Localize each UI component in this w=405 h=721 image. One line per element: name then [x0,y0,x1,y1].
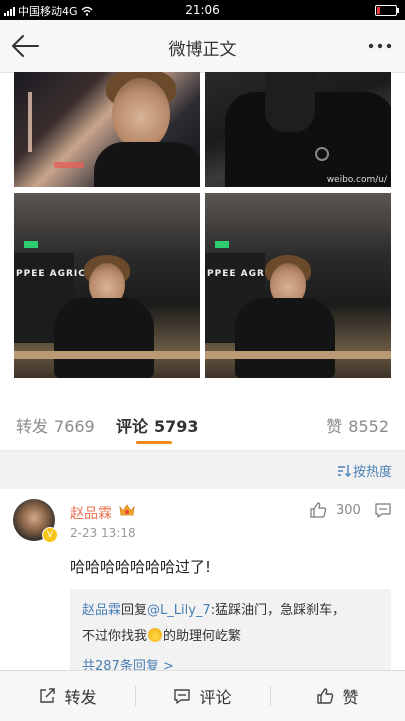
repost-button-label: 转发 [64,688,97,707]
sort-icon [337,465,351,477]
thumbs-up-icon [317,688,334,704]
comment-button-label: 评论 [199,688,232,707]
reply-comment-icon[interactable] [374,502,392,519]
sort-row: 按热度 [0,451,405,489]
tab-reposts[interactable]: 转发 7669 [16,413,95,437]
comment-count: 5793 [154,417,199,436]
reply-text-2b: 的助理何屹繁 [163,629,242,644]
active-tab-indicator [136,441,172,444]
thumbs-up-icon[interactable] [309,501,327,519]
bottom-action-bar: 转发 评论 赞 [0,670,405,721]
repost-tab-label: 转发 [16,417,49,436]
reply-text-2a: 不过你找我 [82,629,148,644]
reply-action: 回复 [121,603,148,618]
repost-count: 7669 [54,417,95,436]
comment-timestamp: 2-23 13:18 [70,526,136,540]
verified-badge-icon: V [42,527,58,543]
status-bar: 中国移动4G 21:06 [0,0,405,20]
clock: 21:06 [185,3,220,17]
post-photo-2[interactable]: weibo.com/u/ [205,72,391,187]
battery-icon [375,5,399,16]
commenter-avatar[interactable]: V [13,499,58,543]
page-title: 微博正文 [168,40,237,60]
comment-like-count: 300 [336,503,361,518]
reply-line: 不过你找我 的助理何屹繁 [82,625,241,644]
comment-button[interactable]: 评论 [135,671,270,721]
commenter-username[interactable]: 赵品霖 [70,503,112,523]
sort-label: 按热度 [352,465,392,480]
comment-tab-label: 评论 [116,417,149,436]
repost-button[interactable]: 转发 [0,671,135,721]
more-options-icon[interactable] [365,34,395,58]
post-photo-4[interactable]: PPEE AGRICUL [205,193,391,378]
share-icon [40,688,56,703]
nav-bar: 微博正文 [0,20,405,73]
post-photo-3[interactable]: PPEE AGRICUL [14,193,200,378]
reply-author[interactable]: 赵品霖 [82,603,121,618]
photo-watermark: weibo.com/u/ [326,175,387,185]
reply-line: 赵品霖回复@L_Lily_7:猛踩油门，急踩刹车， [82,599,345,618]
reply-mention[interactable]: @L_Lily_7 [147,603,211,618]
like-tab-label: 赞 [326,417,343,436]
sort-by-hot-button[interactable]: 按热度 [337,461,392,480]
reply-preview-box[interactable]: 赵品霖回复@L_Lily_7:猛踩油门，急踩刹车， 不过你找我 的助理何屹繁 共2… [70,589,391,679]
like-count: 8552 [348,417,389,436]
post-photo-1[interactable] [14,72,200,187]
tab-comments[interactable]: 评论 5793 [116,413,199,444]
tab-likes[interactable]: 赞 8552 [326,413,389,437]
post-stats-bar: 转发 7669 评论 5793 赞 8552 [0,400,405,451]
like-button[interactable]: 赞 [270,671,405,721]
comment-text: 哈哈哈哈哈哈哈过了! [70,558,212,576]
like-button-label: 赞 [342,688,359,707]
crown-icon [119,504,135,516]
comment-icon [174,688,191,704]
reply-text-1: :猛踩油门，急踩刹车， [210,603,346,618]
emoji-icon [148,628,163,642]
